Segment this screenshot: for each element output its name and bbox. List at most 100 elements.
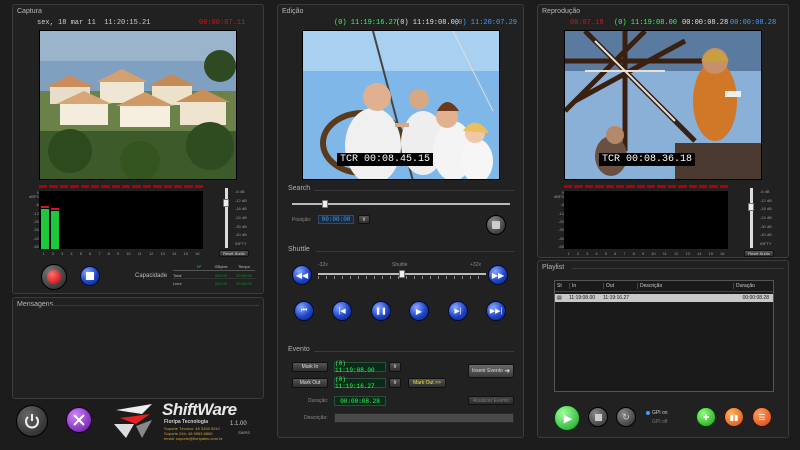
reproducao-audio-meter — [564, 191, 728, 249]
shuttle-rewind-button[interactable]: ◀◀ — [292, 265, 312, 285]
step-forward-button[interactable]: ▶| — [448, 301, 468, 321]
settings-button[interactable] — [66, 407, 92, 433]
inserir-evento-button[interactable]: Inserir Evento ➜ — [468, 364, 514, 378]
reproducao-channel-labels: 1 2 3 4 5 6 7 8 9 10 11 12 13 14 15 16 — [567, 251, 725, 256]
pause-button[interactable]: ❚❚ — [371, 301, 391, 321]
playlist-play-button[interactable]: ▶ — [554, 405, 580, 431]
play-button[interactable]: ▶ — [409, 301, 429, 321]
film-icon: ▤ — [557, 295, 562, 301]
brand-edition: SWRS — [238, 430, 250, 435]
capacidade-header: Nº GBytes Tempo — [173, 264, 255, 271]
play-icon: ▶ — [415, 306, 423, 316]
brand-name: ShiftWare — [162, 400, 237, 419]
playlist-stop-button[interactable] — [588, 407, 608, 427]
playlist-add-button[interactable]: ✚ — [696, 407, 716, 427]
mensagens-panel: Mensagens — [12, 297, 264, 399]
go-to-start-button[interactable]: ⏮ — [294, 301, 314, 321]
playlist-table: St In Out Descrição Duração ▤ 11:19:08.0… — [554, 280, 774, 392]
step-back-button[interactable]: |◀ — [332, 301, 352, 321]
pause-icon: ❚❚ — [375, 308, 387, 315]
atualizar-evento-button[interactable]: Atualizar Evento — [468, 396, 514, 405]
reproducao-tcr-overlay: TCR 00:08.36.18 — [599, 153, 696, 166]
search-pos-input[interactable]: 00:00:00 — [318, 215, 354, 224]
reproducao-reset-audio-button[interactable]: Reset Áudio — [744, 250, 774, 257]
playlist-row[interactable]: ▤ 11:19:08.00 11:19:16.27 00:00:08.28 — [555, 294, 773, 302]
playlist-header: St In Out Descrição Duração — [555, 281, 773, 292]
shuttle-title: Shuttle — [288, 246, 310, 253]
descricao-input[interactable] — [334, 413, 514, 423]
playlist-clear-button[interactable]: ☰ — [752, 407, 772, 427]
skip-forward-icon: ▶▶| — [489, 308, 503, 315]
capacidade-table: Nº GBytes Tempo Total 000,00 00:00:00 Li… — [173, 264, 255, 286]
search-pos-label: Posição: — [292, 217, 312, 223]
list-icon: ☰ — [758, 412, 766, 422]
captura-fader-track[interactable] — [225, 188, 228, 248]
mark-in-button[interactable]: Mark In — [292, 362, 328, 372]
step-back-icon: |◀ — [338, 308, 346, 315]
reproducao-tc-mid: (0) 11:19:08.00 — [614, 19, 678, 27]
shiftware-logo: ShiftWare Floripa Tecnologia 1.1.00 SWRS… — [112, 400, 267, 448]
captura-channel-labels: 1 2 3 4 5 6 7 8 9 10 11 12 13 14 15 16 — [42, 251, 200, 256]
playlist-loop-button[interactable]: ↻ — [616, 407, 636, 427]
shuttle-slider-knob[interactable] — [399, 270, 405, 278]
captura-panel: Captura sex, 18 mar 11 11:20:15.21 00:00… — [12, 4, 264, 294]
search-go-button[interactable]: Ir — [358, 215, 370, 224]
shuttle-label: Shuttle — [392, 262, 408, 268]
reproducao-db-scale: 0 dBFS -6 -12 -20 -30 -40 -60 — [553, 190, 564, 249]
mensagens-title: Mensagens — [17, 301, 54, 308]
captura-title: Captura — [17, 8, 42, 15]
meter-channel-2 — [51, 211, 59, 249]
tools-icon — [73, 414, 85, 426]
edicao-tc-out: (0) 11:20:07.29 — [454, 19, 518, 27]
gpi-on-radio[interactable]: GPI on — [646, 410, 668, 416]
power-button[interactable] — [16, 405, 48, 437]
edicao-panel: Edição (0) 11:19:16.27 (0) 11:19:08.00 (… — [277, 4, 524, 438]
skip-back-icon: ⏮ — [300, 307, 308, 314]
meter-peak-1 — [41, 206, 49, 208]
reproducao-fader-track[interactable] — [750, 188, 753, 248]
step-forward-icon: ▶| — [454, 308, 462, 315]
captura-audio-meter — [39, 191, 203, 249]
edicao-video: TCR 00:08.45.15 — [302, 30, 500, 180]
reproducao-fader-knob[interactable] — [748, 203, 754, 211]
remove-clip-icon: ▮▮ — [729, 412, 739, 422]
reproducao-peak-bar — [564, 185, 728, 188]
shuttle-max-label: +32x — [470, 262, 481, 268]
record-button[interactable] — [41, 264, 67, 290]
captura-fader-knob[interactable] — [223, 199, 229, 207]
mark-out-next-button[interactable]: Mark Out >> — [408, 378, 446, 388]
captura-reset-audio-button[interactable]: Reset Áudio — [219, 250, 249, 257]
stop-icon — [594, 413, 602, 421]
capacidade-row-total: Total 000,00 00:00:00 — [173, 273, 255, 279]
playlist-remove-button[interactable]: ▮▮ — [724, 407, 744, 427]
search-slider-knob[interactable] — [322, 200, 328, 208]
captura-video — [39, 30, 237, 180]
go-to-end-button[interactable]: ▶▶| — [486, 301, 506, 321]
play-icon: ▶ — [563, 412, 573, 425]
stop-icon — [86, 272, 94, 280]
edicao-tc-mid: (0) 11:19:08.00 — [396, 19, 460, 27]
fast-forward-icon: ▶▶ — [491, 270, 505, 280]
shuttle-min-label: -32x — [318, 262, 328, 268]
mark-out-button[interactable]: Mark Out — [292, 378, 328, 388]
edicao-title: Edição — [282, 8, 304, 15]
mark-in-go-button[interactable]: Ir — [389, 362, 401, 372]
mark-out-go-button[interactable]: Ir — [389, 378, 401, 388]
reproducao-video: TCR 00:08.36.18 — [564, 30, 762, 180]
stop-capture-button[interactable] — [80, 266, 100, 286]
shiftware-logo-icon — [114, 404, 152, 438]
mark-in-value[interactable]: (0) 11:19:08.00 — [334, 360, 386, 374]
search-clear-button[interactable] — [486, 215, 506, 235]
playlist-title: Playlist — [542, 264, 565, 271]
playlist-panel: Playlist St In Out Descrição Duração ▤ 1… — [537, 260, 789, 438]
meter-channel-1 — [41, 209, 49, 249]
add-clip-icon: ✚ — [702, 412, 710, 422]
captura-fader-scale: -6 dB -12 dB -18 dB -24 dB -30 dB -40 dB… — [235, 189, 247, 246]
shuttle-forward-button[interactable]: ▶▶ — [488, 265, 508, 285]
gpi-off-radio[interactable]: GPI off — [652, 419, 667, 425]
edicao-tc-in: (0) 11:19:16.27 — [334, 19, 398, 27]
meter-peak-2 — [51, 208, 59, 210]
duracao-label: Duração: — [308, 398, 329, 404]
capacidade-row-livre: Livre 000,00 00:00:00 — [173, 281, 252, 286]
mark-out-value[interactable]: (0) 11:19:16.27 — [334, 376, 386, 390]
